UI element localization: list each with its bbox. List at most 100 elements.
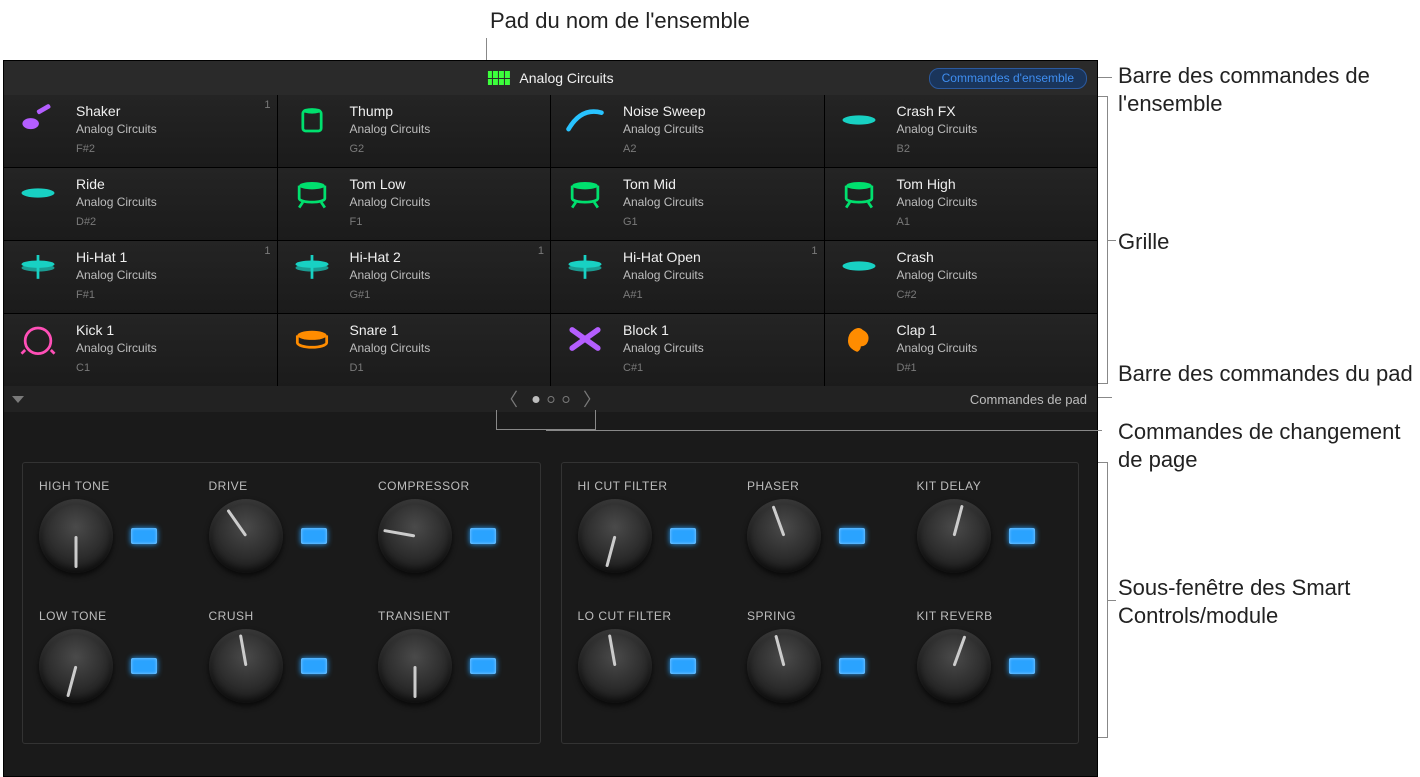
pad-controls-label[interactable]: Commandes de pad xyxy=(970,392,1087,407)
knob-control[interactable] xyxy=(747,499,821,573)
knob-control[interactable] xyxy=(578,629,652,703)
knob-control[interactable] xyxy=(378,499,452,573)
pad-preset: Analog Circuits xyxy=(623,195,704,209)
tom-icon xyxy=(290,176,334,210)
pad-cell[interactable]: Tom LowAnalog CircuitsF1 xyxy=(278,168,551,240)
pad-cell[interactable]: Clap 1Analog CircuitsD#1 xyxy=(825,314,1098,386)
led-toggle[interactable] xyxy=(670,528,696,544)
pad-cell[interactable]: ShakerAnalog CircuitsF#21 xyxy=(4,95,277,167)
pad-command-bar: 〈 〉 Commandes de pad xyxy=(4,386,1097,412)
pad-preset: Analog Circuits xyxy=(897,195,978,209)
kit-name-pad[interactable]: Analog Circuits xyxy=(487,70,613,86)
pad-note: C1 xyxy=(76,362,157,374)
knob-control[interactable] xyxy=(39,629,113,703)
page-dot-2[interactable] xyxy=(547,396,554,403)
pad-name: Hi-Hat 1 xyxy=(76,249,157,265)
pad-cell[interactable]: Kick 1Analog CircuitsC1 xyxy=(4,314,277,386)
pad-cell[interactable]: Noise SweepAnalog CircuitsA2 xyxy=(551,95,824,167)
pad-note: G#1 xyxy=(350,289,431,301)
knob-control[interactable] xyxy=(917,629,991,703)
pad-count: 1 xyxy=(264,99,270,111)
leader-bracket xyxy=(1098,462,1108,738)
led-toggle[interactable] xyxy=(1009,528,1035,544)
pad-name: Crash FX xyxy=(897,103,978,119)
leader-line xyxy=(1098,397,1112,398)
pad-name: Tom Mid xyxy=(623,176,704,192)
annotation-pad-bar: Barre des commandes du pad xyxy=(1118,360,1413,388)
snare-icon xyxy=(290,322,334,356)
page-next-button[interactable]: 〉 xyxy=(583,386,601,412)
knob-label: HI CUT FILTER xyxy=(578,479,668,493)
pad-cell[interactable]: Snare 1Analog CircuitsD1 xyxy=(278,314,551,386)
led-toggle[interactable] xyxy=(839,658,865,674)
led-toggle[interactable] xyxy=(131,528,157,544)
pad-preset: Analog Circuits xyxy=(350,122,431,136)
cymbal-icon xyxy=(837,249,881,283)
pad-grid: ShakerAnalog CircuitsF#21ThumpAnalog Cir… xyxy=(4,95,1097,386)
pad-note: C#1 xyxy=(623,362,704,374)
led-toggle[interactable] xyxy=(470,528,496,544)
kit-controls-button[interactable]: Commandes d'ensemble xyxy=(929,68,1087,89)
knob-label: PHASER xyxy=(747,479,799,493)
knob-group-left: HIGH TONEDRIVECOMPRESSORLOW TONECRUSHTRA… xyxy=(22,462,541,744)
led-toggle[interactable] xyxy=(470,658,496,674)
knob-control[interactable] xyxy=(917,499,991,573)
annotation-grid: Grille xyxy=(1118,228,1169,256)
knob-control[interactable] xyxy=(209,499,283,573)
led-toggle[interactable] xyxy=(301,528,327,544)
pad-count: 1 xyxy=(811,245,817,257)
led-toggle[interactable] xyxy=(131,658,157,674)
pad-cell[interactable]: RideAnalog CircuitsD#2 xyxy=(4,168,277,240)
cymbal-icon xyxy=(837,103,881,137)
led-toggle[interactable] xyxy=(670,658,696,674)
knob-control[interactable] xyxy=(578,499,652,573)
pad-note: G2 xyxy=(350,143,431,155)
pad-cell[interactable]: Crash FXAnalog CircuitsB2 xyxy=(825,95,1098,167)
pad-note: D#1 xyxy=(897,362,978,374)
knob-control[interactable] xyxy=(747,629,821,703)
pad-preset: Analog Circuits xyxy=(350,268,431,282)
shaker-icon xyxy=(16,103,60,137)
pad-note: D1 xyxy=(350,362,431,374)
knob-label: COMPRESSOR xyxy=(378,479,470,493)
pad-cell[interactable]: Hi-Hat OpenAnalog CircuitsA#11 xyxy=(551,241,824,313)
pad-name: Ride xyxy=(76,176,157,192)
pad-note: A1 xyxy=(897,216,978,228)
led-toggle[interactable] xyxy=(1009,658,1035,674)
page-dot-3[interactable] xyxy=(562,396,569,403)
leader-line xyxy=(1108,240,1116,241)
pad-note: A#1 xyxy=(623,289,704,301)
led-toggle[interactable] xyxy=(839,528,865,544)
pad-cell[interactable]: Tom Mid Analog Circuits G1 xyxy=(551,168,824,240)
pad-name: Crash xyxy=(897,249,978,265)
pad-cell[interactable]: CrashAnalog CircuitsC#2 xyxy=(825,241,1098,313)
pad-name: Shaker xyxy=(76,103,157,119)
pad-cell[interactable]: Tom High Analog Circuits A1 xyxy=(825,168,1098,240)
knob-label: LO CUT FILTER xyxy=(578,609,672,623)
pad-note: G1 xyxy=(623,216,704,228)
knob-label: LOW TONE xyxy=(39,609,107,623)
pad-name: Tom Low xyxy=(350,176,431,192)
annotation-kit-bar: Barre des commandes de l'ensemble xyxy=(1118,62,1418,117)
knob-control[interactable] xyxy=(39,499,113,573)
pad-note: D#2 xyxy=(76,216,157,228)
pad-cell[interactable]: ThumpAnalog CircuitsG2 xyxy=(278,95,551,167)
clap-icon xyxy=(837,322,881,356)
knob-control[interactable] xyxy=(378,629,452,703)
page-prev-button[interactable]: 〈 xyxy=(500,386,518,412)
pad-name: Tom High xyxy=(897,176,978,192)
annotation-kit-name-pad: Pad du nom de l'ensemble xyxy=(490,8,750,34)
sweep-icon xyxy=(563,103,607,137)
knob-cell: LO CUT FILTER xyxy=(566,603,736,733)
disclosure-triangle-icon[interactable] xyxy=(12,396,24,403)
pad-preset: Analog Circuits xyxy=(76,341,157,355)
page-dot-1[interactable] xyxy=(532,396,539,403)
knob-control[interactable] xyxy=(209,629,283,703)
pad-cell[interactable]: Block 1Analog CircuitsC#1 xyxy=(551,314,824,386)
pad-note: F#1 xyxy=(76,289,157,301)
sticks-icon xyxy=(563,322,607,356)
pad-cell[interactable]: Hi-Hat 2Analog CircuitsG#11 xyxy=(278,241,551,313)
led-toggle[interactable] xyxy=(301,658,327,674)
pad-cell[interactable]: Hi-Hat 1Analog CircuitsF#11 xyxy=(4,241,277,313)
kit-grid-icon xyxy=(487,71,509,85)
